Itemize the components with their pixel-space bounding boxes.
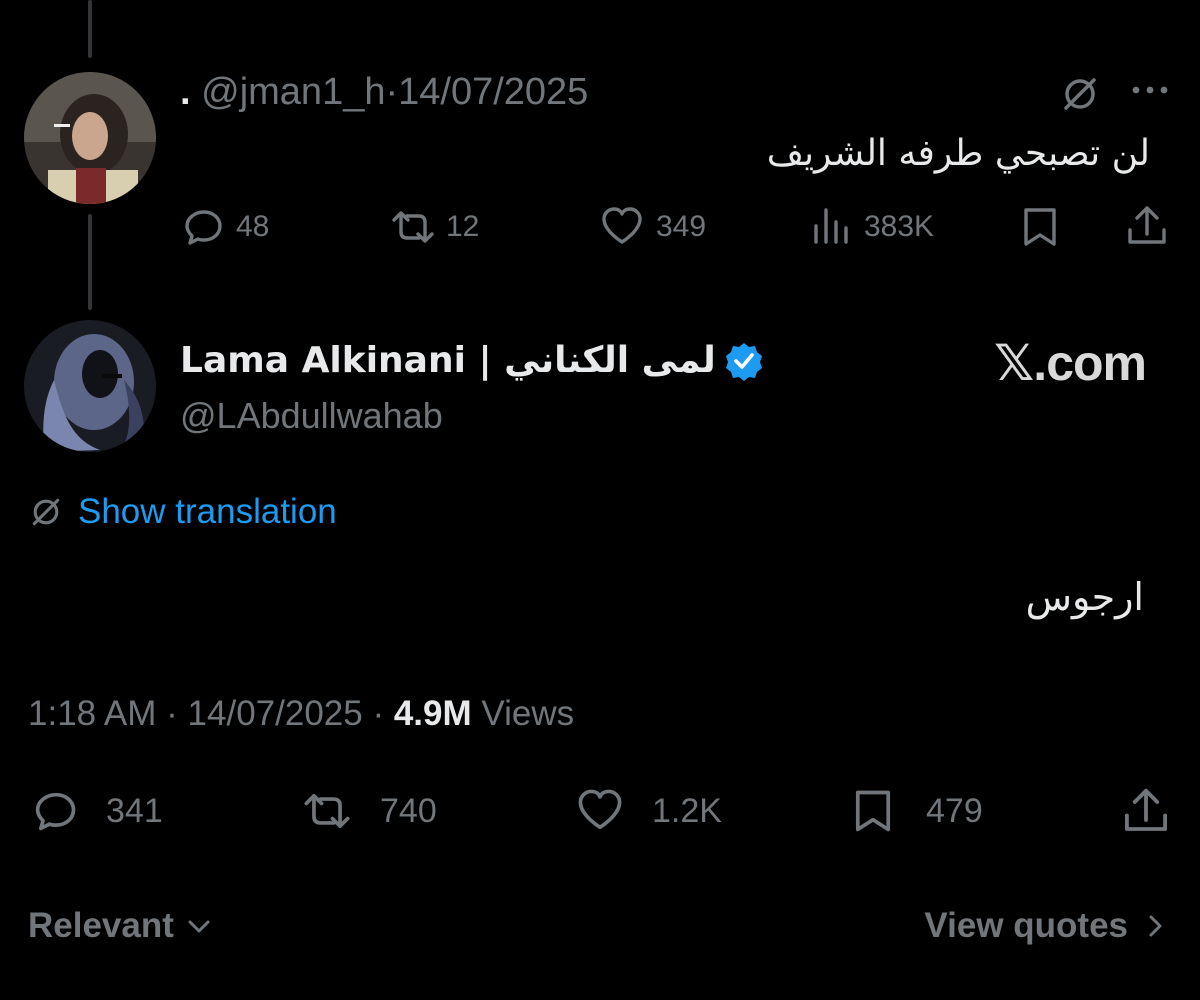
reply-separator: ·	[385, 71, 399, 113]
show-translation-link[interactable]: Show translation	[28, 492, 337, 532]
reply-bookmark-button[interactable]	[1018, 204, 1062, 255]
main-replies-count: 341	[106, 791, 163, 830]
reply-text: لن تصبحي طرفه الشريف	[766, 133, 1150, 174]
heart-icon	[602, 207, 642, 244]
main-separator-2: ·	[372, 694, 385, 733]
reply-replies-count: 48	[236, 210, 270, 243]
reply-handle[interactable]: @jman1_h	[201, 71, 385, 113]
share-icon	[1124, 788, 1168, 831]
reply-views-count: 383K	[864, 210, 935, 243]
main-text: ارجوس	[1025, 575, 1144, 619]
translate-icon[interactable]	[1060, 74, 1100, 119]
translate-icon	[32, 498, 60, 526]
reply-repost-button[interactable]: 12	[388, 204, 479, 250]
heart-icon	[578, 789, 622, 830]
main-time[interactable]: 1:18 AM	[28, 694, 156, 733]
repost-icon	[304, 793, 350, 829]
show-translation-label: Show translation	[78, 492, 337, 531]
main-views-count[interactable]: 4.9M	[394, 694, 472, 733]
views-icon	[814, 208, 848, 244]
x-com-watermark: 𝕏.com	[994, 335, 1147, 391]
bookmark-icon	[855, 790, 891, 832]
main-share-button[interactable]	[1120, 784, 1172, 843]
chevron-down-icon	[188, 920, 210, 933]
reply-reply-button[interactable]: 48	[180, 204, 269, 250]
sort-dropdown[interactable]: Relevant	[28, 906, 214, 946]
main-bookmarks-count: 479	[926, 791, 983, 830]
view-quotes-link[interactable]: View quotes	[924, 906, 1170, 946]
reply-reposts-count: 12	[446, 210, 480, 243]
main-date[interactable]: 14/07/2025	[188, 694, 363, 733]
reply-share-button[interactable]	[1124, 202, 1170, 255]
reply-views-button[interactable]: 383K	[808, 204, 934, 250]
reply-display-name[interactable]: .	[180, 71, 191, 113]
main-likes-count: 1.2K	[652, 791, 722, 830]
main-timestamp-row: 1:18 AM · 14/07/2025 · 4.9M Views	[28, 692, 574, 736]
main-avatar[interactable]	[24, 320, 156, 452]
main-separator-1: ·	[166, 694, 178, 733]
chevron-right-icon	[1149, 915, 1162, 937]
main-bookmark-button[interactable]: 479	[848, 786, 983, 836]
verified-badge-icon	[725, 342, 762, 381]
view-quotes-label: View quotes	[924, 906, 1128, 945]
main-like-button[interactable]: 1.2K	[572, 786, 722, 836]
reply-like-button[interactable]: 349	[598, 204, 706, 250]
thread-line-top	[88, 0, 92, 58]
reply-date[interactable]: 14/07/2025	[398, 71, 588, 113]
more-options-icon[interactable]	[1128, 82, 1172, 103]
reply-avatar[interactable]	[24, 72, 156, 204]
comment-icon	[35, 792, 76, 831]
main-repost-button[interactable]: 740	[298, 786, 437, 836]
main-handle[interactable]: @LAbdullwahab	[180, 394, 443, 438]
repost-icon	[392, 211, 434, 243]
share-icon	[1128, 206, 1166, 244]
main-display-name-row: Lama Alkinani | لمى الكناني	[180, 340, 764, 381]
main-display-name[interactable]: Lama Alkinani | لمى الكناني	[180, 340, 716, 381]
main-reply-button[interactable]: 341	[28, 786, 163, 836]
bookmark-icon	[1024, 208, 1056, 246]
reply-likes-count: 349	[656, 210, 707, 243]
sort-label: Relevant	[28, 906, 174, 945]
main-reposts-count: 740	[380, 791, 437, 830]
reply-header: . @jman1_h·14/07/2025	[180, 70, 588, 114]
comment-icon	[185, 210, 222, 245]
main-views-label[interactable]: Views	[481, 694, 574, 733]
thread-line-bottom	[88, 214, 92, 310]
